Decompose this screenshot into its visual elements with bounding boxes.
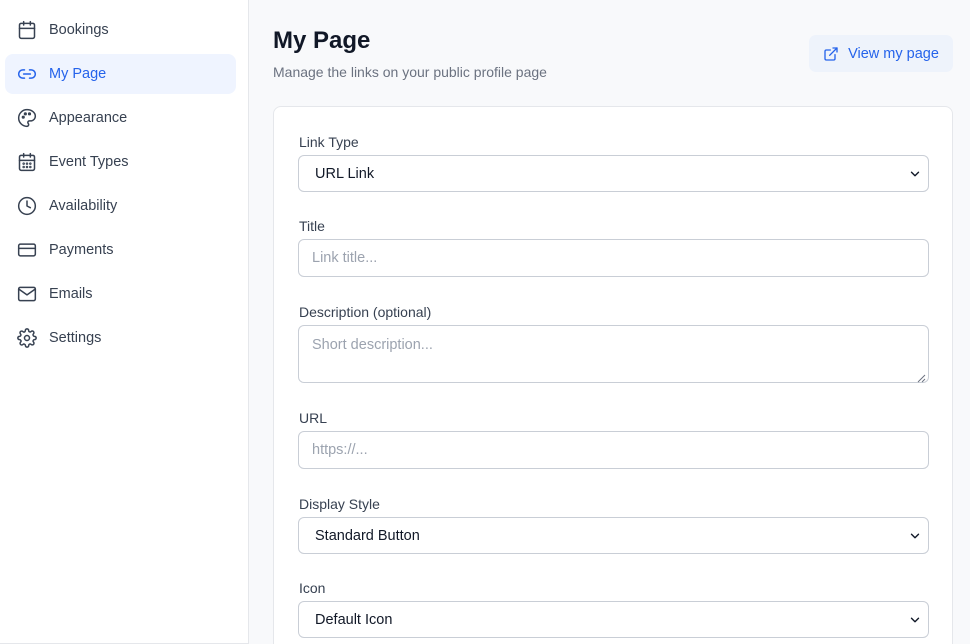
sidebar-item-emails[interactable]: Emails [5, 274, 236, 314]
link-icon [17, 64, 37, 84]
sidebar-item-label: My Page [49, 66, 107, 82]
sidebar-item-availability[interactable]: Availability [5, 186, 236, 226]
description-label: Description (optional) [299, 304, 432, 320]
link-type-select[interactable]: URL Link [298, 155, 929, 192]
chevron-down-icon [908, 167, 922, 181]
sidebar-item-my-page[interactable]: My Page [5, 54, 236, 94]
icon-value: Default Icon [315, 611, 393, 628]
display-style-select[interactable]: Standard Button [298, 517, 929, 554]
sidebar: Bookings My Page Appearance Event Types … [0, 0, 249, 644]
sidebar-item-label: Event Types [49, 154, 129, 170]
mail-icon [17, 284, 37, 304]
credit-card-icon [17, 240, 37, 260]
palette-icon [17, 108, 37, 128]
gear-icon [17, 328, 37, 348]
page-title: My Page [273, 27, 371, 54]
title-label: Title [299, 218, 325, 234]
description-placeholder: Short description... [312, 337, 433, 353]
icon-select[interactable]: Default Icon [298, 601, 929, 638]
sidebar-item-label: Payments [49, 242, 114, 258]
sidebar-item-label: Appearance [49, 110, 128, 126]
title-input[interactable]: Link title... [298, 239, 929, 277]
display-style-label: Display Style [299, 496, 380, 512]
display-style-value: Standard Button [315, 527, 420, 544]
page-subtitle: Manage the links on your public profile … [273, 64, 547, 80]
sidebar-item-bookings[interactable]: Bookings [5, 10, 236, 50]
sidebar-item-label: Bookings [49, 22, 109, 38]
external-link-icon [824, 46, 838, 61]
title-placeholder: Link title... [312, 250, 378, 266]
chevron-down-icon [908, 613, 922, 627]
main-content: My Page Manage the links on your public … [249, 0, 970, 644]
sidebar-item-appearance[interactable]: Appearance [5, 98, 236, 138]
description-textarea[interactable]: Short description... [298, 325, 929, 383]
link-type-label: Link Type [299, 134, 359, 150]
sidebar-item-settings[interactable]: Settings [5, 318, 236, 358]
resize-handle[interactable] [917, 371, 926, 383]
view-my-page-button[interactable]: View my page [809, 35, 953, 72]
url-input[interactable]: https://... [298, 431, 929, 469]
sidebar-item-label: Emails [49, 286, 93, 302]
calendar-icon [17, 20, 37, 40]
link-type-value: URL Link [315, 165, 375, 182]
sidebar-item-label: Availability [49, 198, 118, 214]
sidebar-item-event-types[interactable]: Event Types [5, 142, 236, 182]
clock-icon [17, 196, 37, 216]
calendar-grid-icon [17, 152, 37, 172]
view-my-page-label: View my page [848, 45, 939, 62]
url-placeholder: https://... [312, 442, 368, 458]
icon-label: Icon [299, 580, 326, 596]
sidebar-item-payments[interactable]: Payments [5, 230, 236, 270]
url-label: URL [299, 410, 328, 426]
link-form-card: Link Type URL Link Title Link title... D… [273, 106, 953, 644]
sidebar-item-label: Settings [49, 330, 102, 346]
chevron-down-icon [908, 529, 922, 543]
